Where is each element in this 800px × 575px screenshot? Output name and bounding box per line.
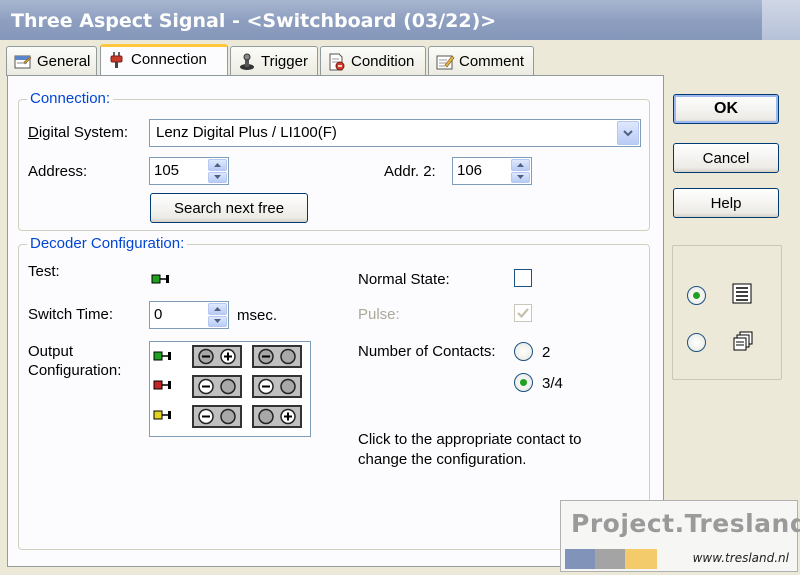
view-options-frame (672, 245, 782, 380)
addr2-input[interactable]: 106 (452, 157, 532, 185)
contacts-option-3-4: 3/4 (542, 375, 563, 392)
addr2-value: 106 (457, 162, 483, 179)
tab-condition[interactable]: Condition (320, 46, 426, 76)
spin-up-icon[interactable] (208, 303, 227, 315)
plug-icon (110, 52, 123, 68)
tab-label: Trigger (261, 53, 308, 70)
tab-comment[interactable]: Comment (428, 46, 534, 76)
watermark-url: www.tresland.nl (692, 551, 789, 565)
hint-line2: change the configuration. (358, 451, 527, 468)
contacts-radio-3-4[interactable] (514, 373, 533, 392)
title-bar-edge (762, 0, 800, 40)
tab-general[interactable]: General (6, 46, 97, 76)
contact-row3-right[interactable] (252, 405, 302, 428)
addr2-spinner[interactable] (511, 159, 530, 183)
green-led-icon (153, 351, 171, 361)
address-label: Address: (28, 163, 88, 180)
normal-state-label: Normal State: (358, 271, 450, 288)
condition-icon (329, 53, 345, 71)
general-icon (14, 55, 32, 69)
tab-label: General (37, 53, 91, 70)
red-led-icon (153, 380, 171, 390)
address-value: 105 (154, 162, 180, 179)
address-input[interactable]: 105 (149, 157, 229, 185)
test-led-icon[interactable] (151, 273, 173, 285)
pulse-checkbox[interactable] (514, 304, 532, 322)
decoder-config-group: Decoder Configuration: (18, 235, 650, 550)
contact-row1-left[interactable] (192, 345, 242, 368)
switch-time-spinner[interactable] (208, 303, 227, 327)
number-of-contacts-label: Number of Contacts: (358, 343, 496, 360)
switch-time-input[interactable]: 0 (149, 301, 229, 329)
normal-state-checkbox[interactable] (514, 269, 532, 287)
spin-down-icon[interactable] (208, 315, 227, 327)
dialog-window: Three Aspect Signal - <Switchboard (03/2… (0, 0, 800, 575)
pages-view-icon[interactable] (731, 330, 755, 354)
title-bar: Three Aspect Signal - <Switchboard (03/2… (0, 0, 800, 40)
tab-label: Connection (131, 51, 207, 68)
watermark-title: Project.Tresland (571, 509, 800, 538)
trigger-icon (240, 53, 254, 70)
ok-button[interactable]: OK (673, 94, 779, 124)
address-spinner[interactable] (208, 159, 227, 183)
switch-time-unit: msec. (237, 307, 278, 324)
hint-line1: Click to the appropriate contact to (358, 431, 582, 448)
pulse-label: Pulse: (358, 306, 400, 323)
spin-down-icon[interactable] (511, 171, 530, 183)
checkmark-icon (517, 308, 529, 319)
tab-label: Comment (459, 53, 525, 70)
contacts-radio-2[interactable] (514, 342, 533, 361)
tab-label: Condition (351, 53, 415, 70)
help-button[interactable]: Help (673, 188, 779, 218)
contact-row3-left[interactable] (192, 405, 242, 428)
window-title: Three Aspect Signal - <Switchboard (03/2… (11, 10, 497, 32)
view-list-radio[interactable] (687, 286, 706, 305)
digital-system-select[interactable]: Lenz Digital Plus / LI100(F) (149, 119, 641, 147)
decoder-group-title: Decoder Configuration: (27, 235, 188, 252)
spin-up-icon[interactable] (208, 159, 227, 171)
test-label: Test: (28, 263, 60, 280)
cancel-button[interactable]: Cancel (673, 143, 779, 173)
search-next-free-button[interactable]: Search next free (150, 193, 308, 223)
contact-row2-right[interactable] (252, 375, 302, 398)
connection-group-title: Connection: (27, 90, 114, 107)
digital-system-label: Digital System: (28, 124, 129, 141)
yellow-led-icon (153, 410, 171, 420)
switch-time-value: 0 (154, 306, 163, 323)
output-config-label-line2: Configuration: (28, 362, 122, 379)
digital-system-value: Lenz Digital Plus / LI100(F) (156, 124, 337, 141)
comment-icon (436, 55, 455, 70)
contact-row1-right[interactable] (252, 345, 302, 368)
spin-up-icon[interactable] (511, 159, 530, 171)
tab-strip: General Connection Trigger Condition Com… (6, 44, 606, 77)
tab-trigger[interactable]: Trigger (230, 46, 318, 76)
addr2-label: Addr. 2: (384, 163, 436, 180)
digital-system-label-text: igital System: (38, 124, 129, 141)
contacts-option-2: 2 (542, 344, 551, 361)
switch-time-label: Switch Time: (28, 306, 114, 323)
contact-row2-left[interactable] (192, 375, 242, 398)
watermark-logo: Project.Tresland www.tresland.nl (560, 500, 800, 572)
output-config-label-line1: Output (28, 343, 74, 360)
tab-connection[interactable]: Connection (100, 44, 228, 77)
chevron-down-icon[interactable] (617, 121, 639, 145)
view-pages-radio[interactable] (687, 333, 706, 352)
spin-down-icon[interactable] (208, 171, 227, 183)
tab-panel-connection: Connection: Digital System: Lenz Digital… (7, 75, 664, 567)
output-configuration-grid (149, 341, 311, 437)
list-view-icon[interactable] (731, 282, 755, 306)
